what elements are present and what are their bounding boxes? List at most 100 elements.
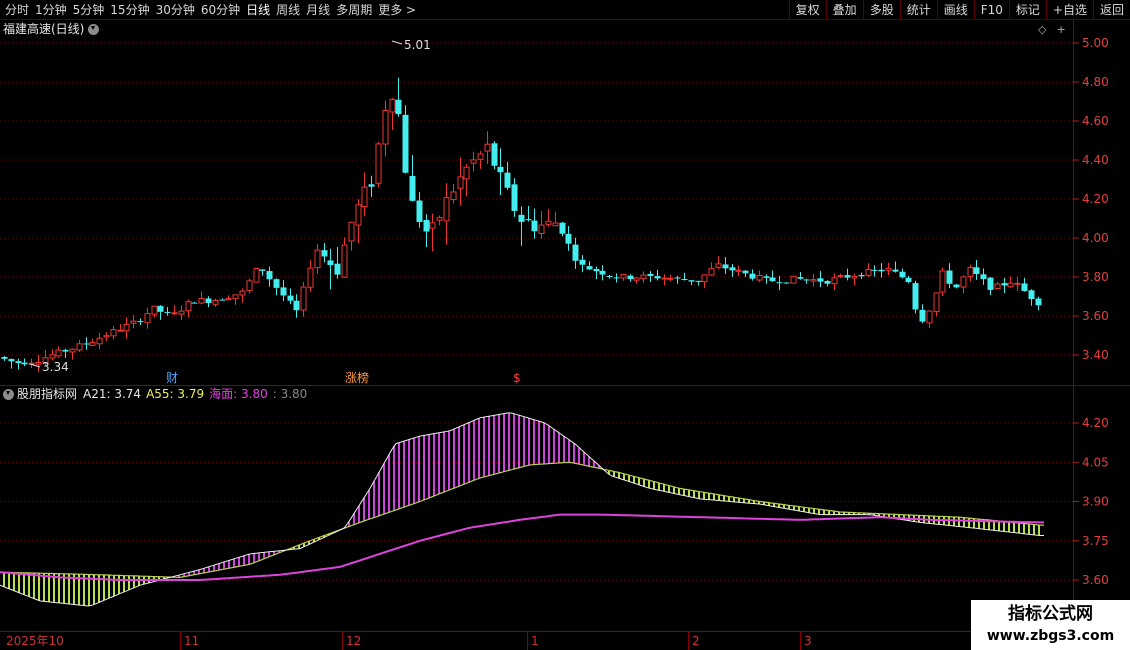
candle-body-up [715,263,722,268]
candle-body-down [953,284,960,288]
price-axis-label: 4.20 [1082,192,1109,206]
candle-body-up [253,268,260,283]
candle-body-up [117,329,124,332]
event-marker: 涨榜 [345,370,369,385]
date-tick-label: 3 [800,632,812,650]
candle-body-up [933,292,940,313]
candle-body-down [402,114,409,173]
candle-body-up [49,354,56,359]
candle-body-down [803,279,810,281]
candle-body-down [858,275,865,277]
candle-body-down [613,277,620,279]
candle-body-up [69,348,76,353]
candle-body-up [708,268,715,276]
candle-body-down [749,273,756,279]
event-marker: $ [513,371,521,385]
candle-body-up [443,197,450,222]
site-watermark-logo: 指标公式网 www.zbgs3.com [971,600,1130,650]
candle-body-down [797,277,804,279]
candle-body-up [939,270,946,293]
candle-body-down [919,309,926,322]
candle-body-up [239,290,246,296]
candle-body-up [130,320,137,324]
candle-body-down [525,219,532,221]
candle-body-down [593,269,600,272]
candle-body-up [375,143,382,184]
candle-body-down [15,361,22,364]
candle-body-up [35,361,42,365]
side-panel-edge[interactable] [1118,30,1130,380]
candle-body-down [681,279,688,281]
indicator-axis-label: 4.20 [1082,416,1109,430]
candle-body-down [504,172,511,188]
candle-body-down [817,278,824,282]
candle-body-down [531,220,538,232]
candle-body-down [423,219,430,232]
candle-body-down [606,276,613,278]
candle-body-down [647,274,654,276]
candle-body-up [837,275,844,278]
candle-body-up [300,286,307,311]
candle-body-up [151,305,158,315]
candle-body-down [572,244,579,261]
candle-body-up [667,277,674,280]
candle-body-up [246,280,253,292]
candle-body-down [899,271,906,278]
candle-body-down [1021,283,1028,291]
candle-body-down [973,267,980,275]
candle-body-up [735,269,742,272]
price-axis-label: 3.80 [1082,270,1109,284]
candle-body-down [1,356,8,359]
candle-body-down [266,271,273,280]
indicator-line-sea-level [0,513,1044,581]
candle-body-up [436,217,443,221]
candle-body-down [511,184,518,211]
candle-body-up [110,329,117,337]
candle-body-down [273,279,280,288]
candle-body-down [164,311,171,313]
candle-body-down [321,250,328,257]
candle-body-up [171,312,178,315]
candle-body-up [198,297,205,304]
candle-body-down [416,200,423,222]
watermark-title: 指标公式网 [1008,604,1093,624]
price-axis-label: 4.60 [1082,114,1109,128]
candle-body-down [83,343,90,345]
side-panel-edge-lower[interactable] [1118,400,1130,600]
date-axis: 2025年10 11 12 1 2 3 [0,631,1130,650]
candle-body-down [627,275,634,280]
candle-body-down [599,270,606,275]
candle-body-down [219,299,226,301]
candle-body-down [497,166,504,173]
candle-body-down [824,280,831,284]
high-price-label: 5.01 [404,38,431,52]
price-axis-label: 4.80 [1082,75,1109,89]
candle-body-up [355,204,362,226]
kline-chart[interactable]: 5.00 4.80 4.60 4.40 4.20 4.00 3.80 3.60 3.40 4.20… [0,0,1130,650]
candle-body-down [763,276,770,278]
date-tick-label: 2 [688,632,700,650]
candle-body-up [55,349,62,357]
indicator-axis-label: 3.75 [1082,534,1109,548]
candle-body-down [674,277,681,279]
candle-body-down [769,277,776,282]
candle-body-up [620,273,627,279]
price-axis-label: 3.60 [1082,309,1109,323]
candle-body-down [729,267,736,271]
candle-body-down [946,270,953,284]
candle-body-up [661,277,668,280]
candle-body-up [960,276,967,288]
candle-body-down [742,270,749,274]
candle-body-down [1001,283,1008,286]
candle-body-down [395,99,402,115]
candle-body-down [334,263,341,275]
candle-body-up [103,335,110,338]
candle-body-up [382,109,389,145]
candle-body-up [389,98,396,113]
candle-body-down [157,305,164,312]
candle-body-down [293,300,300,311]
candle-body-up [178,310,185,315]
candle-body-down [987,277,994,290]
candle-body-up [640,274,647,280]
candle-body-up [926,310,933,324]
